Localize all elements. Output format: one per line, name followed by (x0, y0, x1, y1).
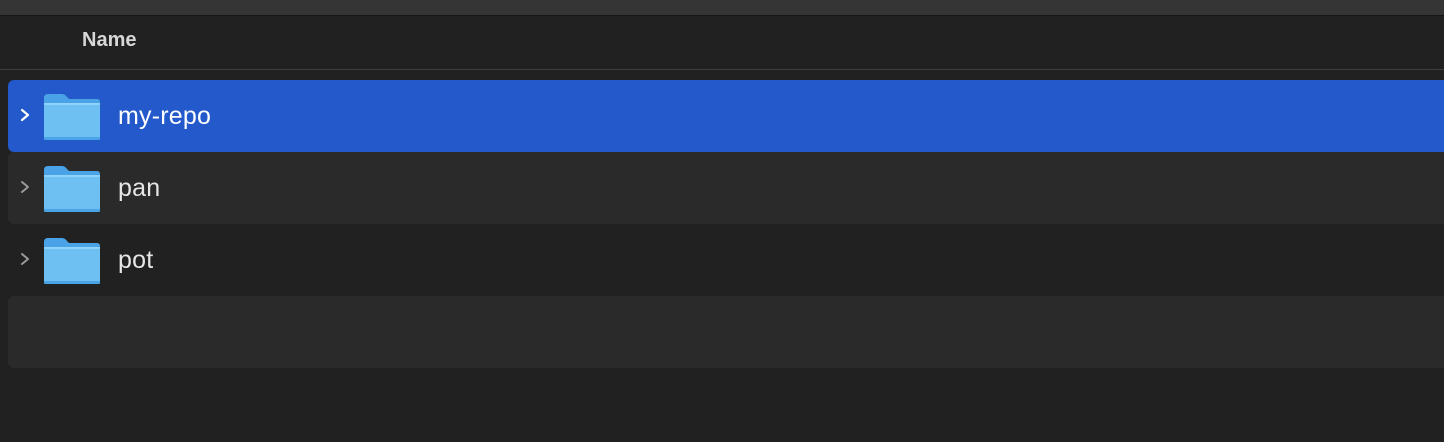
empty-row (8, 296, 1444, 368)
list-item-pan[interactable]: pan (8, 152, 1444, 224)
folder-icon (44, 94, 100, 140)
list-item-label: pan (118, 174, 161, 202)
column-header: Name (0, 16, 1444, 70)
list-item-label: my-repo (118, 102, 212, 130)
list-item-label: pot (118, 246, 154, 274)
chevron-right-icon[interactable] (18, 105, 32, 125)
folder-icon (44, 166, 100, 212)
list-item-pot[interactable]: pot (8, 224, 1444, 296)
column-header-name[interactable]: Name (82, 29, 136, 52)
chevron-right-icon[interactable] (18, 249, 32, 269)
chevron-right-icon[interactable] (18, 177, 32, 197)
window-top-bar (0, 0, 1444, 16)
list-item-my-repo[interactable]: my-repo (8, 80, 1444, 152)
folder-icon (44, 238, 100, 284)
